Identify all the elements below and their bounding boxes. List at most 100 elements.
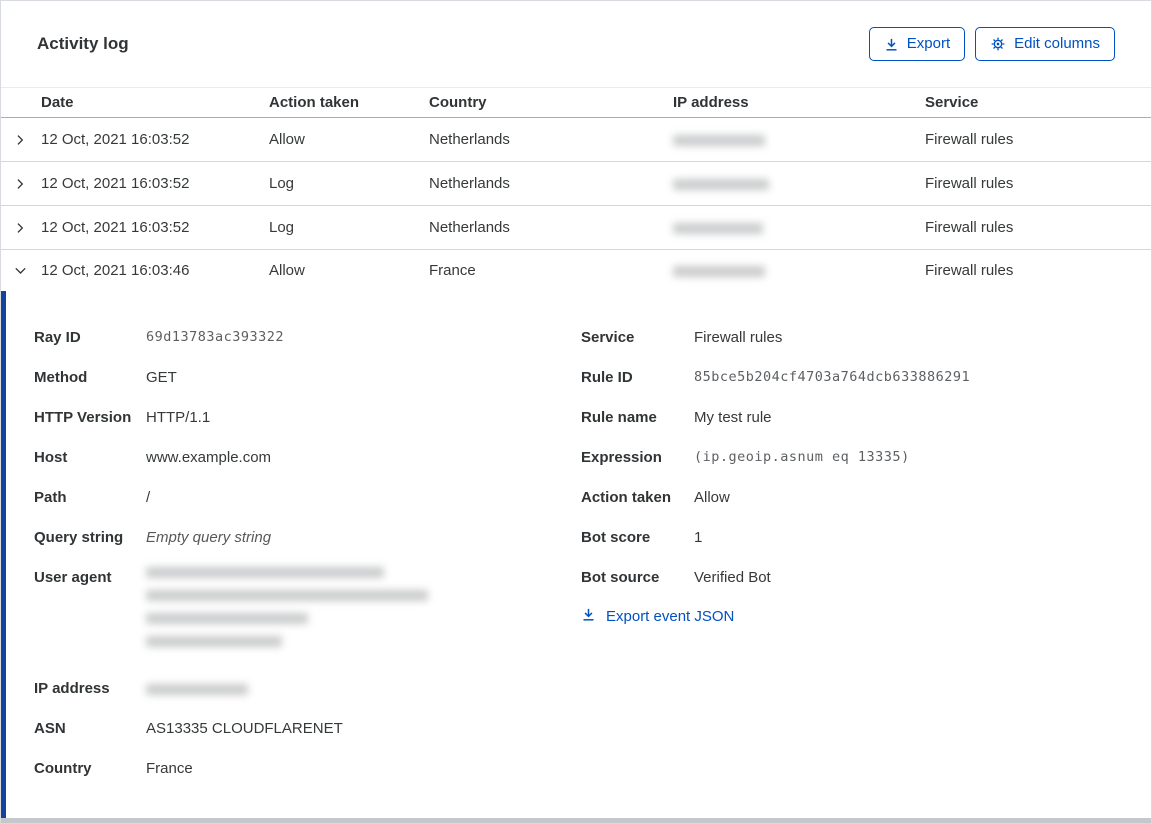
detail-row-expression: Expression (ip.geoip.asnum eq 13335) <box>581 447 1121 468</box>
detail-value: Firewall rules <box>694 329 783 346</box>
detail-row-ray-id: Ray ID 69d13783ac393322 <box>34 327 581 348</box>
cell-service: Firewall rules <box>925 175 1014 192</box>
detail-label: HTTP Version <box>34 409 132 426</box>
cell-action-taken: Log <box>269 175 295 192</box>
chevron-right-icon <box>13 221 27 235</box>
cell-country: Netherlands <box>429 175 510 192</box>
table-row-expanded[interactable]: 12 Oct, 2021 16:03:46 Allow France Firew… <box>1 250 1151 291</box>
collapse-toggle[interactable] <box>1 263 39 278</box>
event-detail-panel: Ray ID 69d13783ac393322 Method GET HTTP … <box>1 291 1151 823</box>
detail-value: GET <box>146 369 177 386</box>
cell-service: Firewall rules <box>925 219 1014 236</box>
detail-row-country: Country France <box>34 758 581 779</box>
detail-row-service: Service Firewall rules <box>581 327 1121 348</box>
detail-value: Verified Bot <box>694 569 771 586</box>
table-row[interactable]: 12 Oct, 2021 16:03:52 Log Netherlands Fi… <box>1 206 1151 250</box>
detail-value: 1 <box>694 529 703 546</box>
column-header-date: Date <box>41 94 74 111</box>
export-button[interactable]: Export <box>868 27 966 61</box>
detail-row-bot-source: Bot source Verified Bot <box>581 567 1121 588</box>
detail-row-action-taken: Action taken Allow <box>581 487 1121 508</box>
detail-label: ASN <box>34 720 66 737</box>
gear-icon <box>990 36 1006 52</box>
detail-value: France <box>146 760 193 777</box>
cell-date: 12 Oct, 2021 16:03:46 <box>41 262 190 279</box>
edit-columns-button[interactable]: Edit columns <box>975 27 1115 61</box>
expand-toggle[interactable] <box>1 221 39 235</box>
detail-label: Service <box>581 329 635 346</box>
detail-label: Rule ID <box>581 369 633 386</box>
event-detail-rule: Service Firewall rules Rule ID 85bce5b20… <box>581 327 1121 626</box>
detail-label: Action taken <box>581 489 672 506</box>
detail-label: User agent <box>34 569 112 586</box>
detail-row-method: Method GET <box>34 367 581 388</box>
edit-columns-button-label: Edit columns <box>1014 35 1100 52</box>
cell-country: France <box>429 262 476 279</box>
topbar: Activity log Export Edit columns <box>1 1 1151 87</box>
event-detail-request: Ray ID 69d13783ac393322 Method GET HTTP … <box>34 327 581 798</box>
detail-row-path: Path / <box>34 487 581 508</box>
download-icon <box>884 37 899 52</box>
toolbar: Export Edit columns <box>868 27 1115 61</box>
detail-label: Host <box>34 449 68 466</box>
column-header-country: Country <box>429 94 487 111</box>
detail-label: Bot source <box>581 569 660 586</box>
detail-row-rule-name: Rule name My test rule <box>581 407 1121 428</box>
detail-value: Allow <box>694 489 730 506</box>
expand-toggle[interactable] <box>1 133 39 147</box>
detail-value: 85bce5b204cf4703a764dcb633886291 <box>694 369 971 385</box>
cell-ip-address-redacted <box>673 219 925 236</box>
cell-ip-address-redacted <box>673 131 925 148</box>
detail-row-bot-score: Bot score 1 <box>581 527 1121 548</box>
detail-label: Path <box>34 489 67 506</box>
detail-label: Query string <box>34 529 124 546</box>
detail-row-host: Host www.example.com <box>34 447 581 468</box>
detail-row-asn: ASN AS13335 CLOUDFLARENET <box>34 718 581 739</box>
detail-row-rule-id: Rule ID 85bce5b204cf4703a764dcb633886291 <box>581 367 1121 388</box>
detail-label: Bot score <box>581 529 651 546</box>
cell-service: Firewall rules <box>925 131 1014 148</box>
detail-label: Method <box>34 369 88 386</box>
detail-label: IP address <box>34 680 110 697</box>
page-title: Activity log <box>37 34 129 53</box>
detail-row-http-version: HTTP Version HTTP/1.1 <box>34 407 581 428</box>
detail-label: Ray ID <box>34 329 81 346</box>
column-header-service: Service <box>925 94 979 111</box>
detail-label: Rule name <box>581 409 657 426</box>
table-row[interactable]: 12 Oct, 2021 16:03:52 Allow Netherlands … <box>1 118 1151 162</box>
cell-date: 12 Oct, 2021 16:03:52 <box>41 175 190 192</box>
cell-ip-address-redacted <box>673 175 925 192</box>
cell-action-taken: Allow <box>269 131 305 148</box>
chevron-right-icon <box>13 177 27 191</box>
cell-service: Firewall rules <box>925 262 1014 279</box>
cell-date: 12 Oct, 2021 16:03:52 <box>41 219 190 236</box>
detail-value: (ip.geoip.asnum eq 13335) <box>694 449 910 465</box>
cell-action-taken: Allow <box>269 262 305 279</box>
detail-row-query-string: Query string Empty query string <box>34 527 581 548</box>
cell-action-taken: Log <box>269 219 295 236</box>
chevron-down-icon <box>13 263 28 278</box>
table-row[interactable]: 12 Oct, 2021 16:03:52 Log Netherlands Fi… <box>1 162 1151 206</box>
export-event-json-label: Export event JSON <box>606 608 735 625</box>
export-event-json-link[interactable]: Export event JSON <box>581 607 1121 626</box>
export-button-label: Export <box>906 35 951 52</box>
table-header: Date Action taken Country IP address Ser… <box>1 87 1151 118</box>
detail-label: Country <box>34 760 92 777</box>
detail-value: My test rule <box>694 409 772 426</box>
activity-log-page: Activity log Export Edit columns Date Ac… <box>0 0 1152 824</box>
cell-date: 12 Oct, 2021 16:03:52 <box>41 131 190 148</box>
detail-value: AS13335 CLOUDFLARENET <box>146 720 343 737</box>
cell-ip-address-redacted <box>673 262 925 279</box>
cell-country: Netherlands <box>429 131 510 148</box>
detail-value: Empty query string <box>146 529 272 546</box>
download-icon <box>581 607 596 626</box>
expand-toggle[interactable] <box>1 177 39 191</box>
detail-value-redacted <box>146 678 248 699</box>
detail-value: 69d13783ac393322 <box>146 329 285 345</box>
detail-row-ip-address: IP address <box>34 678 581 699</box>
cell-country: Netherlands <box>429 219 510 236</box>
detail-label: Expression <box>581 449 662 466</box>
detail-row-user-agent: User agent <box>34 567 581 659</box>
detail-value-redacted <box>146 567 428 659</box>
detail-value: / <box>146 489 151 506</box>
